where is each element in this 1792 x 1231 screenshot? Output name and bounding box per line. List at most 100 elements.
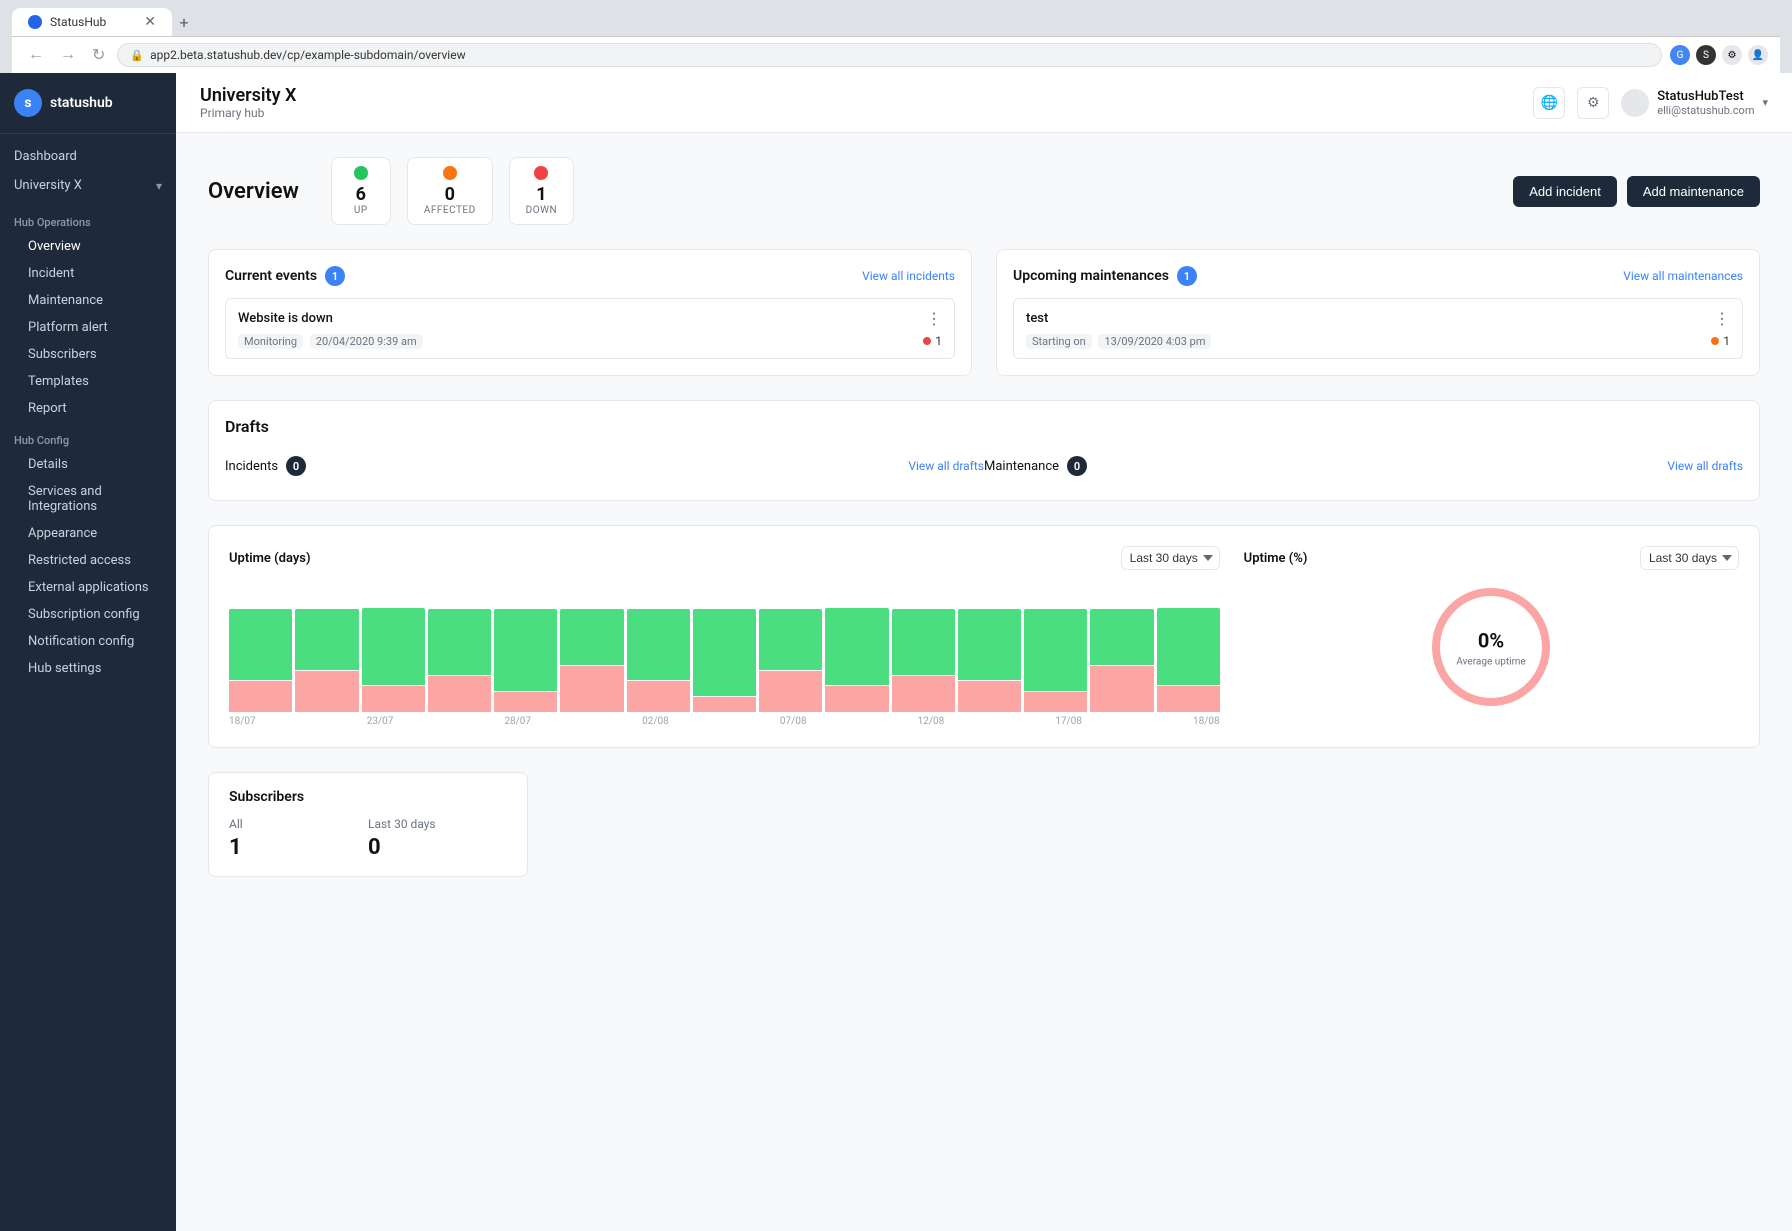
drafts-section: Drafts Incidents 0 View all drafts [208,400,1760,501]
topbar-user[interactable]: StatusHubTest elli@statushub.com ▾ [1621,89,1768,117]
sidebar-sub-item-overview[interactable]: Overview [0,233,176,260]
sidebar-sub-item-notification[interactable]: Notification config [0,628,176,655]
view-all-incidents-link[interactable]: View all incidents [862,269,955,283]
bar-green [1090,609,1153,665]
maintenance-menu-icon[interactable]: ⋮ [1714,309,1730,328]
event-title: Website is down [238,311,333,326]
sidebar-sub-item-subscribers[interactable]: Subscribers [0,341,176,368]
event-tag-value: 20/04/2020 9:39 am [310,334,423,349]
bar-green [494,609,557,691]
uptime-days-title: Uptime (days) [229,551,311,566]
sidebar-sub-item-platform-alert[interactable]: Platform alert [0,314,176,341]
new-tab-button[interactable]: + [172,10,196,34]
drafts-incidents-badge: 0 [286,456,306,476]
forward-button[interactable]: → [56,44,80,66]
bar-red [892,676,955,712]
sidebar-sub-item-hub-settings[interactable]: Hub settings [0,655,176,682]
sidebar-item-university-x[interactable]: University X ▾ [0,171,176,200]
sidebar-sub-item-details[interactable]: Details [0,451,176,478]
status-badge-up: 6 UP [331,157,391,225]
bar-red [295,671,358,712]
sidebar-sub-item-maintenance[interactable]: Maintenance [0,287,176,314]
sidebar-sub-item-appearance[interactable]: Appearance [0,520,176,547]
sidebar-sub-item-subscription[interactable]: Subscription config [0,601,176,628]
uptime-circle: 0% Average uptime [1244,582,1739,712]
reload-button[interactable]: ↻ [88,43,109,67]
bar-red [759,671,822,712]
view-all-maintenances-link[interactable]: View all maintenances [1623,269,1743,283]
chevron-down-icon: ▾ [156,179,162,193]
browser-ext-icon-3[interactable]: ⚙ [1722,45,1742,65]
maintenance-starting-value: 13/09/2020 4:03 pm [1098,334,1211,349]
browser-chrome: StatusHub ✕ + ← → ↻ 🔒 app2.beta.statushu… [0,0,1792,73]
sidebar-sub-item-services[interactable]: Services and Integrations [0,478,176,520]
url-bar[interactable]: 🔒 app2.beta.statushub.dev/cp/example-sub… [117,43,1662,67]
sidebar-sub-item-incident[interactable]: Incident [0,260,176,287]
uptime-days-period-select[interactable]: Last 30 days Last 7 days Last 90 days [1121,546,1220,570]
settings-globe-button[interactable]: 🌐 [1533,87,1565,119]
status-dot-orange [443,166,457,180]
bar-red [494,692,557,712]
charts-section: Uptime (days) Last 30 days Last 7 days L… [208,525,1760,748]
bar-label: 28/07 [504,716,531,727]
event-menu-icon[interactable]: ⋮ [926,309,942,328]
topbar-subtitle: Primary hub [200,106,296,120]
sections-grid: Current events 1 View all incidents Webs… [208,249,1760,376]
close-icon[interactable]: ✕ [144,14,156,30]
upcoming-maintenances-panel: Upcoming maintenances 1 View all mainten… [996,249,1760,376]
status-badge-down: 1 DOWN [509,157,574,225]
uptime-pct-period-select[interactable]: Last 30 days Last 7 days Last 90 days [1640,546,1739,570]
uptime-pct-title: Uptime (%) [1244,551,1308,566]
maintenance-count: 1 [1723,334,1730,348]
status-affected-count: 0 [445,184,455,205]
sidebar-section-hub-operations: Hub Operations [0,204,176,233]
bar-label: 02/08 [642,716,669,727]
subscribers-all-label: All [229,817,368,831]
bar-green [362,608,425,685]
sidebar-sub-item-external[interactable]: External applications [0,574,176,601]
browser-ext-icon-1[interactable]: G [1670,45,1690,65]
bar-group [1024,609,1087,712]
bar-green [759,609,822,670]
event-count: 1 [935,334,942,348]
sidebar-item-dashboard[interactable]: Dashboard [0,142,176,171]
drafts-incidents-view-all-link[interactable]: View all drafts [908,459,984,473]
browser-ext-icon-2[interactable]: S [1696,45,1716,65]
bar-green [428,609,491,675]
bar-group [759,609,822,712]
sidebar-sub-item-report[interactable]: Report [0,395,176,422]
bar-group [825,608,888,712]
bar-group [362,608,425,712]
settings-gear-button[interactable]: ⚙ [1577,87,1609,119]
upcoming-maintenances-title: Upcoming maintenances [1013,268,1169,284]
logo-icon: s [14,89,42,117]
status-down-count: 1 [536,184,546,205]
add-incident-button[interactable]: Add incident [1513,176,1617,207]
bar-red [560,666,623,712]
bar-group [958,609,1021,712]
drafts-maintenance-badge: 0 [1067,456,1087,476]
sidebar-sub-item-templates[interactable]: Templates [0,368,176,395]
add-maintenance-button[interactable]: Add maintenance [1627,176,1760,207]
browser-tab[interactable]: StatusHub ✕ [12,8,172,36]
bar-group [693,609,756,712]
topbar: University X Primary hub 🌐 ⚙ StatusHubTe… [176,73,1792,133]
event-tag-label: Monitoring [238,334,303,349]
bar-red [229,681,292,712]
logo-text: statushub [50,95,113,111]
browser-ext-icon-4[interactable]: 👤 [1748,45,1768,65]
bar-label: 18/07 [229,716,256,727]
back-button[interactable]: ← [24,44,48,66]
bar-red [1090,666,1153,712]
bar-group [229,609,292,712]
sidebar-item-label: University X [14,178,82,193]
overview-header: Overview 6 UP 0 AFFECTED 1 [208,157,1760,225]
uptime-pct-chart: Uptime (%) Last 30 days Last 7 days Last… [1244,546,1739,712]
drafts-maintenance-view-all-link[interactable]: View all drafts [1667,459,1743,473]
status-up-label: UP [354,205,368,216]
status-affected-label: AFFECTED [424,205,476,216]
sidebar-sub-item-restricted[interactable]: Restricted access [0,547,176,574]
subscribers-title: Subscribers [229,789,507,805]
bar-green [1024,609,1087,691]
avatar [1621,89,1649,117]
